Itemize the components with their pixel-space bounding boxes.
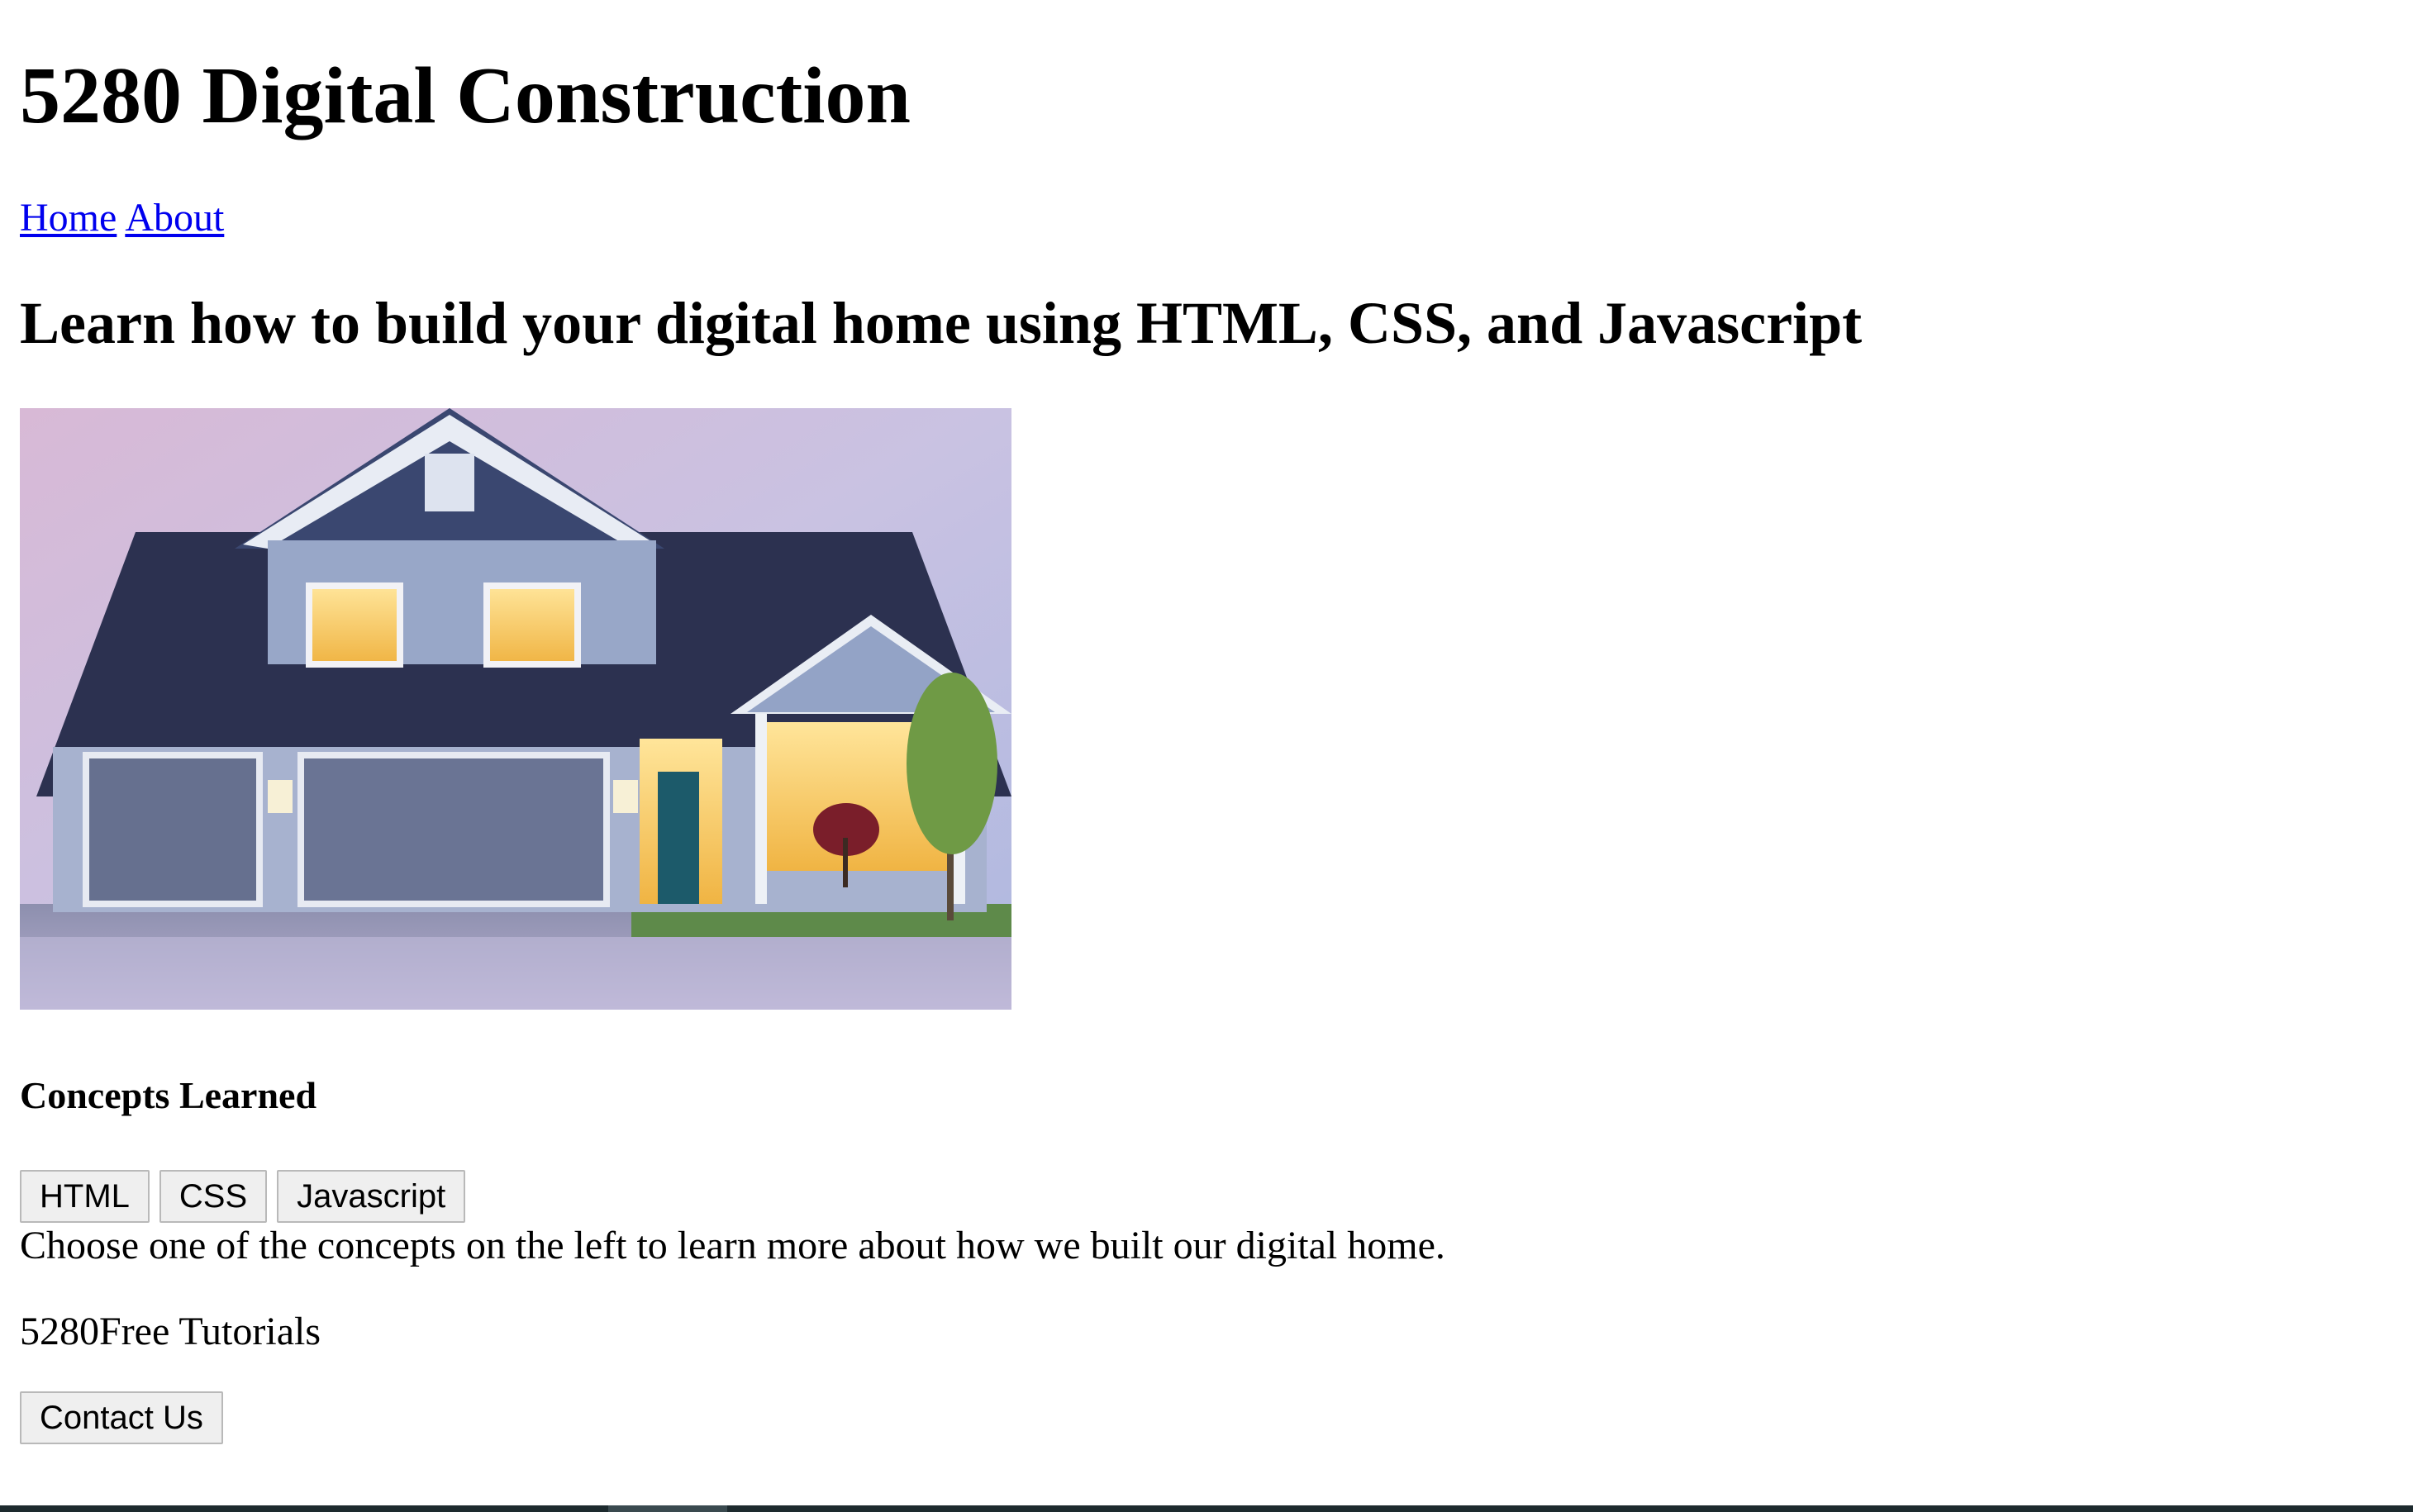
- footer-text: 5280Free Tutorials: [20, 1310, 321, 1353]
- top-nav: Home About: [20, 192, 232, 245]
- house-image: [20, 408, 1011, 1010]
- nav-link-about[interactable]: About: [125, 196, 224, 240]
- taskbar-edge: [0, 1505, 2413, 1512]
- hero-tagline: Learn how to build your digital home usi…: [20, 290, 1863, 356]
- css-button[interactable]: CSS: [159, 1170, 268, 1223]
- javascript-button[interactable]: Javascript: [277, 1170, 466, 1223]
- concept-buttons: HTML CSS Javascript: [20, 1170, 466, 1223]
- site-title: 5280 Digital Construction: [20, 51, 911, 140]
- taskbar-segment: [608, 1505, 727, 1512]
- contact-us-button[interactable]: Contact Us: [20, 1391, 223, 1444]
- concepts-title: Concepts Learned: [20, 1074, 317, 1116]
- html-button[interactable]: HTML: [20, 1170, 150, 1223]
- nav-link-home[interactable]: Home: [20, 196, 117, 240]
- contact-wrapper: Contact Us: [20, 1391, 223, 1444]
- concept-description: Choose one of the concepts on the left t…: [20, 1224, 1445, 1267]
